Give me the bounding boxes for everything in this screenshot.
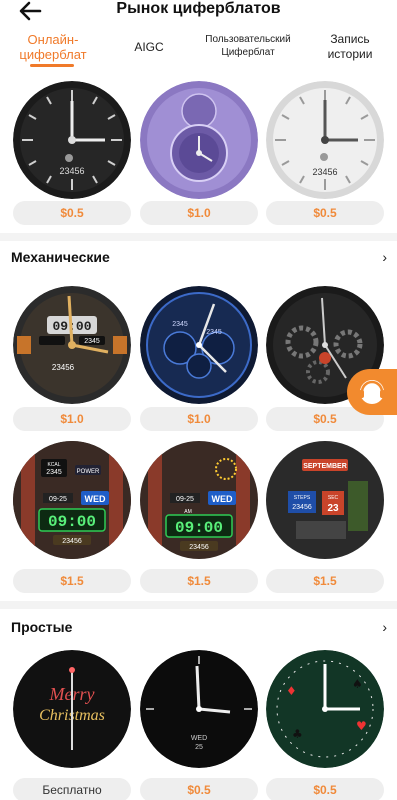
digital-time: 09:00 — [48, 513, 96, 531]
day-readout: WED — [191, 735, 207, 742]
date-readout: 09-25 — [176, 496, 194, 503]
price-badge: $0.5 — [13, 201, 131, 225]
readout-small: 2345 — [206, 329, 222, 336]
seconds-readout: 23 — [327, 503, 339, 514]
readout-label: SEC — [328, 495, 339, 501]
price-badge: $1.0 — [140, 407, 258, 431]
tab-online-watchface[interactable]: Онлайн- циферблат — [10, 32, 96, 62]
tab-history[interactable]: Запись истории — [312, 32, 388, 62]
tab-aigc[interactable]: AIGC — [118, 40, 180, 55]
steps-readout: 23456 — [62, 538, 82, 545]
day-readout: WED — [212, 494, 233, 504]
active-tab-indicator — [30, 64, 74, 67]
watchface-preview: SEPTEMBER STEPS 23456 SEC 23 — [266, 441, 384, 559]
watchface-preview: Merry Christmas — [13, 650, 131, 768]
tab-label-line2: Циферблат — [221, 47, 275, 58]
watchface-preview: WED 25 — [140, 650, 258, 768]
watchface-preview: ♦ ♥ ♠ ♣ — [266, 650, 384, 768]
tab-custom-watchface[interactable]: Пользовательский Циферблат — [196, 33, 300, 59]
tab-label-line1: Онлайн- — [27, 32, 79, 47]
day-readout: WED — [85, 494, 106, 504]
section-title: Простые — [11, 619, 73, 635]
watchface-preview: 2345 2345 — [140, 286, 258, 404]
readout-small: 23456 — [52, 363, 75, 372]
watchface-readout: 23456 — [59, 166, 84, 176]
svg-text:♠: ♠ — [352, 677, 363, 691]
price-badge: $0.5 — [140, 778, 258, 800]
page-title: Рынок циферблатов — [116, 0, 281, 17]
readout-label: KCAL — [47, 462, 60, 468]
watchface-preview: KCAL 2345 POWER 09-25 WED 09:00 23456 — [13, 441, 131, 559]
tab-bar: Онлайн- циферблат AIGC Пользовательский … — [0, 30, 397, 66]
ampm-readout: AM — [184, 509, 192, 515]
tab-label: AIGC — [134, 40, 164, 54]
readout-small: 2345 — [172, 321, 188, 328]
watchface-preview: 23456 — [13, 81, 131, 199]
tab-label-line1: Пользовательский — [205, 34, 291, 45]
svg-text:♣: ♣ — [292, 727, 303, 741]
watchface-preview: 09-25 AM WED 09:00 23456 — [140, 441, 258, 559]
section-divider — [0, 601, 397, 609]
tab-label-line2: истории — [327, 47, 373, 61]
digital-time: 09:00 — [175, 519, 223, 537]
watchface-preview: 23456 — [266, 81, 384, 199]
svg-text:♥: ♥ — [356, 719, 367, 733]
price-badge: $0.5 — [266, 778, 384, 800]
section-title: Механические — [11, 249, 110, 265]
tab-label-line1: Запись — [330, 32, 370, 46]
month-readout: SEPTEMBER — [303, 463, 347, 470]
price-badge: $1.5 — [266, 569, 384, 593]
svg-text:♦: ♦ — [286, 684, 297, 698]
readout-small: 2345 — [46, 469, 62, 476]
watchface-preview: 09:00 2345 23456 — [13, 286, 131, 404]
steps-readout: 23456 — [292, 504, 312, 511]
section-divider — [0, 233, 397, 241]
readout-label: STEPS — [294, 495, 311, 501]
steps-readout: 23456 — [189, 544, 209, 551]
date-readout: 09-25 — [49, 496, 67, 503]
price-badge: $1.5 — [140, 569, 258, 593]
support-button[interactable] — [347, 369, 397, 415]
watchface-readout: 23456 — [312, 167, 337, 177]
headset-support-icon — [359, 380, 385, 404]
tab-label-line2: циферблат — [19, 47, 87, 62]
price-badge: $1.0 — [140, 201, 258, 225]
readout-label: POWER — [77, 469, 100, 475]
price-badge: $0.5 — [266, 201, 384, 225]
top-bar: Рынок циферблатов — [0, 0, 397, 24]
price-badge: $1.0 — [13, 407, 131, 431]
readout-small: 2345 — [84, 338, 100, 345]
price-badge: Бесплатно — [13, 778, 131, 800]
chevron-right-icon[interactable]: › — [382, 249, 387, 265]
price-badge: $1.5 — [13, 569, 131, 593]
chevron-right-icon[interactable]: › — [382, 619, 387, 635]
watchface-preview — [140, 81, 258, 199]
date-readout: 25 — [195, 744, 203, 751]
